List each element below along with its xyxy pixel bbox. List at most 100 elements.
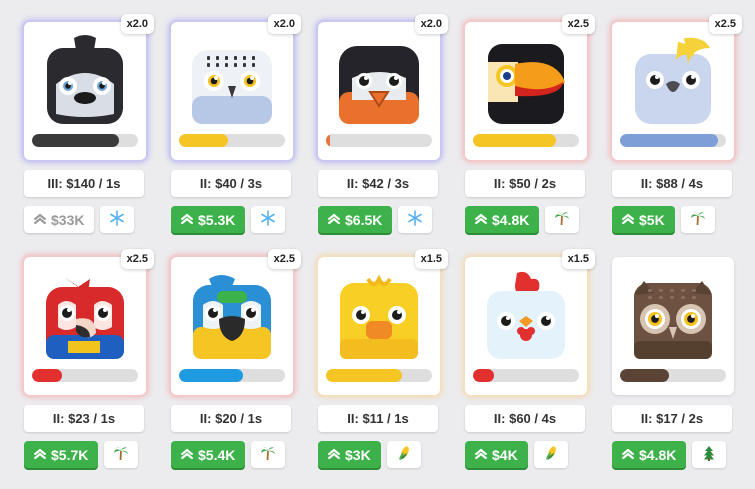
action-row: $5K [612,206,734,233]
multiplier-badge: x2.0 [414,14,448,34]
penguin-icon [47,35,123,124]
upgrade-button[interactable]: $6.5K [318,206,393,233]
palm-icon [260,445,276,465]
income-rate-label: II: $40 / 3s [171,170,291,197]
animal-card[interactable]: x2.0 [24,14,154,160]
animal-card[interactable] [612,257,734,395]
brown-owl-avatar [622,269,724,361]
cockatoo-icon [635,37,711,124]
action-row: $3K [318,441,440,468]
chicken-icon [487,271,565,359]
multiplier-badge: x2.5 [708,14,742,34]
animal-unit: x2.0 II: $40 / 3s $5.3K [171,14,301,233]
upgrade-button[interactable]: $4.8K [465,206,540,233]
animal-grid: x2.0 III: $140 / 1s $33K x2.0 II: $40 / … [24,14,744,468]
snowy-owl-avatar [181,34,283,126]
palm-icon [690,210,706,230]
multiplier-badge: x2.5 [561,14,595,34]
income-rate-label: II: $17 / 2s [612,405,732,432]
progress-bar [620,134,726,147]
animal-card[interactable]: x1.5 [465,249,595,395]
palm-icon [554,210,570,230]
action-row: $4.8K [612,441,734,468]
action-row: $33K [24,206,146,233]
action-row: $4K [465,441,587,468]
snowy-owl-icon [192,50,272,124]
animal-unit: x1.5 II: $11 / 1s $3K [318,249,448,468]
penguin-avatar [34,34,136,126]
corn-icon [543,445,559,465]
chick-avatar [328,269,430,361]
animal-unit: x2.5 II: $23 / 1s $5.7K [24,249,154,468]
action-row: $4.8K [465,206,587,233]
animal-card[interactable]: x2.5 [171,249,301,395]
toucan-avatar [475,34,577,126]
biome-badge [692,441,727,468]
brown-owl-icon [634,281,712,359]
toucan-icon [488,44,565,124]
progress-fill [326,369,403,382]
animal-unit: x2.0 III: $140 / 1s $33K [24,14,154,233]
biome-badge [398,206,433,233]
upgrade-button[interactable]: $4.8K [612,441,687,468]
progress-fill [620,369,669,382]
upgrade-price: $4K [492,446,518,463]
upgrade-button[interactable]: $3K [318,441,381,468]
double-chevron-up-icon [474,448,488,462]
multiplier-badge: x2.5 [120,249,154,269]
animal-card[interactable]: x2.5 [465,14,595,160]
biome-badge [100,206,135,233]
upgrade-button[interactable]: $5K [612,206,675,233]
biome-badge [533,441,568,468]
income-rate-label: II: $20 / 1s [171,405,291,432]
animal-card[interactable]: x2.0 [171,14,301,160]
double-chevron-up-icon [327,448,341,462]
upgrade-button[interactable]: $5.3K [171,206,246,233]
progress-bar [179,369,285,382]
animal-card[interactable]: x2.0 [318,14,448,160]
progress-fill [620,134,718,147]
double-chevron-up-icon [621,213,635,227]
action-row: $5.3K [171,206,293,233]
blue-gold-macaw-avatar [181,269,283,361]
animal-unit: x2.5 II: $50 / 2s $4.8K [465,14,595,233]
multiplier-badge: x2.5 [267,249,301,269]
upgrade-button[interactable]: $33K [24,206,95,233]
multiplier-badge: x1.5 [561,249,595,269]
action-row: $6.5K [318,206,440,233]
animal-card[interactable]: x1.5 [318,249,448,395]
progress-bar [179,134,285,147]
palm-icon [113,445,129,465]
progress-fill [32,369,62,382]
biome-badge [545,206,580,233]
upgrade-price: $5.7K [51,446,89,463]
chick-icon [340,274,418,359]
multiplier-badge: x2.0 [267,14,301,34]
scarlet-macaw-avatar [34,269,136,361]
cockatoo-avatar [622,34,724,126]
upgrade-price: $6.5K [345,211,383,228]
upgrade-button[interactable]: $5.7K [24,441,99,468]
animal-unit: x1.5 II: $60 / 4s $4K [465,249,595,468]
blue-gold-macaw-icon [193,275,271,359]
chicken-avatar [475,269,577,361]
upgrade-price: $33K [51,211,85,228]
progress-fill [179,369,243,382]
animal-unit: x2.5 II: $20 / 1s $5.4K [171,249,301,468]
action-row: $5.7K [24,441,146,468]
upgrade-button[interactable]: $5.4K [171,441,246,468]
animal-unit: x2.0 II: $42 / 3s $6.5K [318,14,448,233]
animal-card[interactable]: x2.5 [612,14,742,160]
upgrade-price: $4.8K [492,211,530,228]
animal-card[interactable]: x2.5 [24,249,154,395]
upgrade-button[interactable]: $4K [465,441,528,468]
biome-badge [104,441,139,468]
progress-fill [326,134,331,147]
scarlet-macaw-icon [46,277,124,359]
income-rate-label: II: $23 / 1s [24,405,144,432]
progress-fill [32,134,119,147]
snowflake-icon [109,209,125,230]
progress-bar [473,369,579,382]
double-chevron-up-icon [180,448,194,462]
double-chevron-up-icon [327,213,341,227]
